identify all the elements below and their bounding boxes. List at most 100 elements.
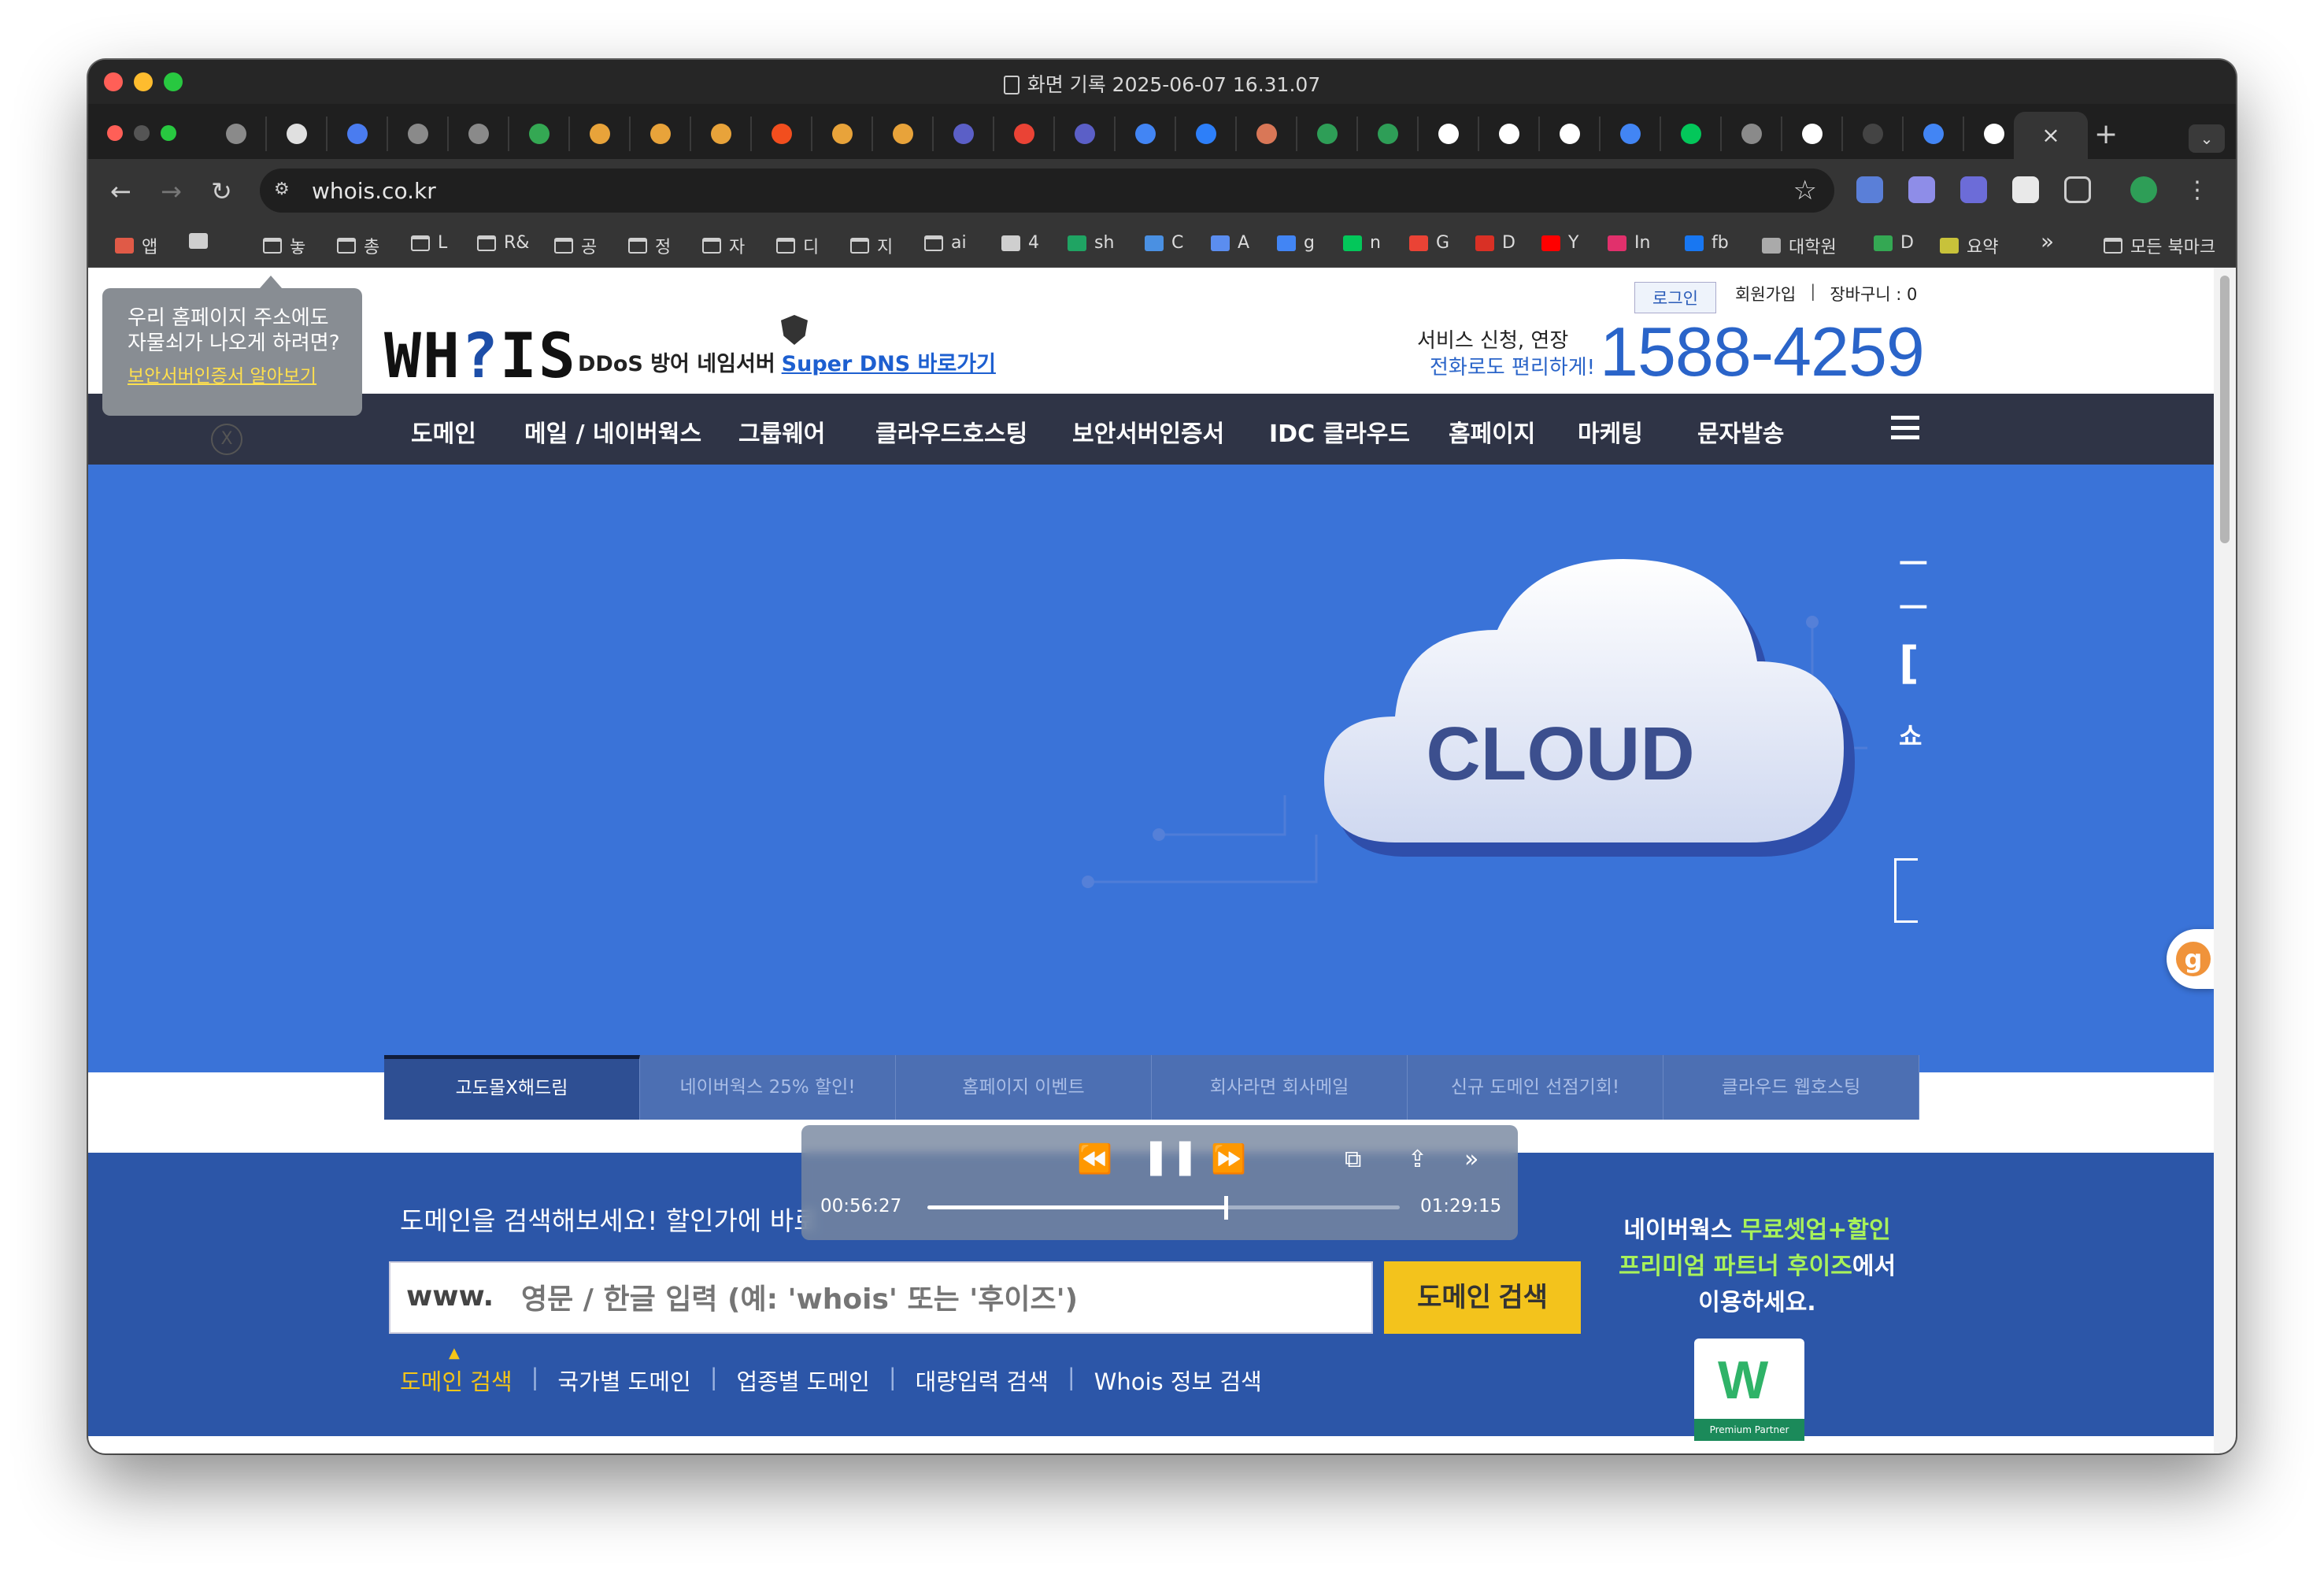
pinned-tab[interactable] [388, 117, 449, 151]
rewind-icon[interactable]: ⏪ [1077, 1142, 1112, 1176]
domain-search-box[interactable]: www. [389, 1261, 1373, 1334]
forward-button[interactable]: → [161, 176, 182, 206]
extension-icon[interactable] [1856, 176, 1883, 203]
address-bar[interactable]: ⚙ whois.co.kr ☆ [260, 168, 1834, 213]
scrubber-handle[interactable] [1224, 1196, 1229, 1220]
pinned-tab[interactable] [1358, 117, 1419, 151]
bookmark-item[interactable]: sh [1068, 233, 1114, 253]
gnb-item[interactable]: 클라우드호스팅 [875, 414, 1027, 449]
extension-icon[interactable] [1908, 176, 1935, 203]
bookmark-item[interactable]: 자 [702, 233, 745, 258]
pinned-tab[interactable] [267, 117, 328, 151]
menu-kebab-icon[interactable]: ⋮ [2185, 176, 2209, 204]
pinned-tab[interactable] [1479, 117, 1540, 151]
bookmark-item[interactable]: 4 [1001, 233, 1039, 253]
pinned-tab[interactable] [1297, 117, 1358, 151]
profile-avatar[interactable] [2130, 176, 2157, 203]
pinned-tab[interactable] [509, 117, 570, 151]
pinned-tab[interactable] [1843, 117, 1904, 151]
hero-banner[interactable]: CLOUD ㅡ ㅡ [ 쇼 [88, 465, 2214, 1072]
bookmark-item[interactable]: g [1277, 233, 1315, 253]
scroll-thumb[interactable] [2220, 276, 2230, 543]
pinned-tab[interactable] [449, 117, 509, 151]
picture-in-picture-icon[interactable]: ⧉ [1345, 1146, 1361, 1173]
pinned-tab[interactable] [934, 117, 994, 151]
pinned-tab[interactable] [1116, 117, 1176, 151]
search-type-link[interactable]: 도메인 검색 [400, 1364, 513, 1397]
bookmark-item[interactable]: 디 [776, 233, 819, 258]
search-type-link[interactable]: 업종별 도메인 [737, 1364, 870, 1397]
banner-tab[interactable]: 클라우드 웹호스팅 [1663, 1055, 1919, 1120]
pinned-tab[interactable] [1540, 117, 1601, 151]
extension-icon[interactable] [1960, 176, 1987, 203]
search-type-link[interactable]: 국가별 도메인 [557, 1364, 690, 1397]
domain-search-input[interactable] [521, 1277, 1356, 1321]
bookmark-item[interactable]: R& [477, 233, 529, 253]
bookmark-item[interactable]: L [411, 233, 447, 253]
gnb-item[interactable]: 마케팅 [1578, 414, 1643, 449]
gnb-item[interactable]: 보안서버인증서 [1072, 414, 1224, 449]
pinned-tab[interactable] [631, 117, 691, 151]
banner-tab[interactable]: 신규 도메인 선점기회! [1408, 1055, 1663, 1120]
bookmark-item[interactable]: D [1874, 233, 1914, 253]
pinned-tab[interactable] [1601, 117, 1661, 151]
whois-logo[interactable]: WH?IS [384, 321, 577, 392]
naverworks-badge[interactable]: W Premium Partner [1694, 1339, 1804, 1441]
gnb-item[interactable]: 그룹웨어 [738, 414, 825, 449]
bookmark-item[interactable]: 요약 [1940, 233, 1998, 258]
minimize-dot-icon[interactable] [134, 125, 150, 141]
banner-tab[interactable]: 홈페이지 이벤트 [896, 1055, 1152, 1120]
pinned-tab[interactable] [1176, 117, 1237, 151]
tab-search-button[interactable]: ⌄ [2189, 124, 2225, 153]
pinned-tab[interactable] [570, 117, 631, 151]
search-type-link[interactable]: 대량입력 검색 [916, 1364, 1049, 1397]
close-tab-icon[interactable]: × [2041, 122, 2059, 148]
share-icon[interactable]: ⇪ [1408, 1146, 1427, 1173]
domain-search-button[interactable]: 도메인 검색 [1384, 1261, 1581, 1334]
bookmark-item[interactable]: D [1475, 233, 1515, 253]
bookmark-item[interactable]: C [1145, 233, 1183, 253]
all-bookmarks-folder[interactable]: 모든 북마크 [2104, 233, 2215, 258]
new-tab-button[interactable]: + [2094, 118, 2118, 150]
pinned-tab[interactable] [1661, 117, 1722, 151]
bookmark-item[interactable]: fb [1685, 233, 1729, 253]
gnb-item[interactable]: 문자발송 [1697, 414, 1784, 449]
tooltip-close-button[interactable]: X [211, 424, 242, 455]
pinned-tab[interactable] [328, 117, 388, 151]
pinned-tab[interactable] [1237, 117, 1297, 151]
fast-forward-icon[interactable]: ⏩ [1211, 1142, 1246, 1176]
site-settings-icon[interactable]: ⚙ [274, 180, 296, 202]
cart-link[interactable]: 장바구니 : 0 [1830, 282, 1917, 313]
bookmark-item[interactable]: 정 [628, 233, 671, 258]
bookmark-star-icon[interactable]: ☆ [1793, 175, 1817, 206]
bookmark-item[interactable]: 대학원 [1762, 233, 1837, 258]
active-tab[interactable]: × [2014, 112, 2088, 159]
pinned-tab[interactable] [812, 117, 873, 151]
reload-button[interactable]: ↻ [211, 176, 232, 206]
pinned-tab[interactable] [1722, 117, 1782, 151]
puzzle-icon[interactable] [2064, 176, 2091, 203]
pinned-tab[interactable] [1782, 117, 1843, 151]
pinned-tab[interactable] [873, 117, 934, 151]
pinned-tab[interactable] [1055, 117, 1116, 151]
banner-tab[interactable]: 고도몰X해드림 [384, 1055, 640, 1120]
extension-icon[interactable] [2012, 176, 2039, 203]
bookmark-item[interactable]: ai [924, 233, 967, 253]
banner-tab[interactable]: 회사라면 회사메일 [1152, 1055, 1408, 1120]
expand-icon[interactable]: » [1464, 1146, 1478, 1173]
url-text[interactable]: whois.co.kr [312, 178, 436, 204]
pinned-tab[interactable] [994, 117, 1055, 151]
bookmark-item[interactable]: 앱 [115, 233, 157, 258]
phone-number[interactable]: 1588-4259 [1600, 312, 1925, 392]
bookmarks-overflow-button[interactable]: » [2041, 228, 2054, 254]
search-type-link[interactable]: Whois 정보 검색 [1094, 1364, 1262, 1397]
close-dot-icon[interactable] [107, 125, 123, 141]
pinned-tab[interactable] [1904, 117, 1964, 151]
gnb-item[interactable]: 홈페이지 [1449, 414, 1535, 449]
back-button[interactable]: ← [110, 176, 131, 206]
bookmark-item[interactable]: A [1211, 233, 1249, 253]
page-scrollbar[interactable] [2214, 268, 2236, 1453]
bookmark-item[interactable]: In [1608, 233, 1650, 253]
bookmark-item[interactable]: G [1409, 233, 1449, 253]
pinned-tab[interactable] [691, 117, 752, 151]
